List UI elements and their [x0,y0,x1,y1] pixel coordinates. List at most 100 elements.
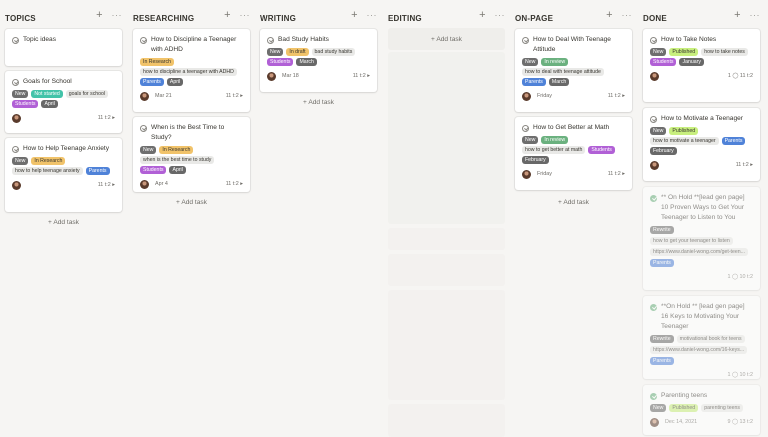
task-card[interactable]: Topic ideas [5,29,122,66]
status-tag: In Research [140,58,174,66]
check-circle-icon[interactable] [522,36,529,44]
empty-column-area [388,290,505,400]
audience-tag: Students [12,100,39,108]
status-tag: Published [669,404,699,412]
task-card[interactable]: When is the Best Time to Study? New In R… [133,117,250,192]
url-tag: https://www.daniel-wong.com/get-teen... [650,248,748,256]
column-header: RESEARCHING + ··· [133,10,250,26]
due-date: Friday [537,93,552,99]
audience-tag: Parents [650,357,674,365]
status-tag: In review [541,58,569,66]
add-card-icon[interactable]: + [351,10,357,21]
card-title: How to Help Teenage Anxiety [23,145,110,152]
task-card[interactable]: ** On Hold **[lead gen page] 10 Proven W… [643,187,760,290]
audience-tag: Parents [650,259,674,267]
add-card-icon[interactable]: + [734,10,740,21]
keyword-tag: how to get your teenager to listen [650,237,733,245]
tag: New [12,157,29,165]
check-circle-icon[interactable] [12,36,19,44]
card-meta: 1 ◯ 11 t:2 [727,73,753,79]
check-circle-icon[interactable] [650,303,657,311]
column-header: TOPICS + ··· [5,10,122,26]
card-meta: 11 t:2 ▸ [225,93,243,99]
status-tag: In review [541,136,569,144]
check-circle-icon[interactable] [12,78,19,86]
check-circle-icon[interactable] [650,36,657,44]
card-meta: 11 t:2 ▸ [607,171,625,177]
month-tag: April [166,78,184,86]
more-options-icon[interactable]: ··· [750,11,761,20]
column-title: DONE [643,13,667,23]
check-circle-icon[interactable] [140,36,147,44]
keyword-tag: how to deal with teenage attitude [522,68,604,76]
check-circle-icon[interactable] [650,194,657,202]
card-title: How to Take Notes [661,36,717,43]
avatar [522,169,531,179]
add-task-button[interactable]: + Add task [5,219,122,226]
check-circle-icon[interactable] [267,36,274,44]
add-card-icon[interactable]: + [606,10,612,21]
tag: New [650,48,667,56]
task-card[interactable]: How to Motivate a Teenager New Published… [643,108,760,181]
audience-tag: Parents [140,78,164,86]
month-tag: January [679,58,704,66]
keyword-tag: goals for school [65,90,109,98]
avatar [650,71,659,81]
avatar [267,71,276,81]
more-options-icon[interactable]: ··· [495,11,506,20]
add-card-icon[interactable]: + [479,10,485,21]
task-card[interactable]: How to Get Better at Math New In review … [515,117,632,190]
more-options-icon[interactable]: ··· [367,11,378,20]
task-card[interactable]: How to Deal With Teenage Attitude New In… [515,29,632,112]
column-header: ON-PAGE + ··· [515,10,632,26]
card-title: ** On Hold **[lead gen page] 10 Proven W… [661,194,745,221]
column-header: DONE + ··· [643,10,760,26]
status-tag: In Research [31,157,66,165]
audience-tag: Parents [85,167,110,175]
more-options-icon[interactable]: ··· [240,11,251,20]
check-circle-icon[interactable] [12,145,19,153]
column-header: WRITING + ··· [260,10,377,26]
task-card[interactable]: How to Discipline a Teenager with ADHD I… [133,29,250,112]
status-tag: In Research [159,146,194,154]
keyword-tag: motivational book for teens [676,335,745,343]
column-on-page: ON-PAGE + ··· How to Deal With Teenage A… [515,0,632,437]
check-circle-icon[interactable] [522,124,529,132]
month-tag: April [169,166,186,174]
column-writing: WRITING + ··· Bad Study Habits New In dr… [260,0,377,437]
card-meta: 11 t:2 ▸ [225,181,243,187]
card-meta: 11 t:2 ▸ [735,162,753,168]
card-meta: 1 ◯ 10 t:2 [727,372,753,378]
add-task-button[interactable]: + Add task [133,199,250,206]
more-options-icon[interactable]: ··· [622,11,633,20]
task-card[interactable]: How to Take Notes New Published how to t… [643,29,760,102]
avatar [140,179,149,189]
task-card[interactable]: How to Help Teenage Anxiety New In Resea… [5,138,122,212]
avatar [650,160,659,170]
add-task-button[interactable]: + Add task [515,199,632,206]
avatar [12,180,21,190]
empty-column-area [388,228,505,250]
task-card[interactable]: Bad Study Habits New In draft bad study … [260,29,377,92]
check-circle-icon[interactable] [650,392,657,400]
avatar [12,113,21,123]
add-card-icon[interactable]: + [224,10,230,21]
card-title: How to Get Better at Math [533,124,610,131]
more-options-icon[interactable]: ··· [112,11,123,20]
empty-column-area [388,52,505,224]
audience-tag: Students [650,58,677,66]
kanban-board: TOPICS + ··· Topic ideas Goals for Schoo… [0,0,768,437]
month-tag: February [650,147,677,155]
add-task-button[interactable]: + Add task [388,36,505,43]
add-task-button[interactable]: + Add task [260,99,377,106]
check-circle-icon[interactable] [650,115,657,123]
task-card[interactable]: Parenting teens New Published parenting … [643,385,760,435]
task-card[interactable]: **On Hold ** [lead gen page] 16 Keys to … [643,296,760,379]
task-card[interactable]: Goals for School New Not started goals f… [5,71,122,133]
add-card-icon[interactable]: + [96,10,102,21]
month-tag: March [296,58,317,66]
status-tag: Rewrite [650,226,674,234]
keyword-tag: how to help teenage anxiety [12,167,83,175]
card-title: How to Motivate a Teenager [661,115,743,122]
check-circle-icon[interactable] [140,124,147,132]
